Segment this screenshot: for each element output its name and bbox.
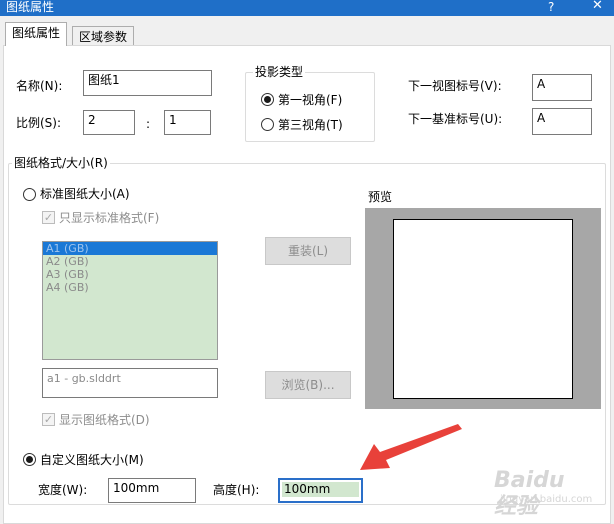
reload-button[interactable]: 重装(L) [265, 237, 351, 265]
tab-sheet-properties[interactable]: 图纸属性 [5, 22, 68, 46]
height-input-value: 100mm [282, 482, 359, 497]
format-file-input[interactable]: a1 - gb.slddrt [42, 368, 218, 398]
list-item[interactable]: A4 (GB) [43, 281, 217, 294]
preview-sheet [393, 219, 573, 399]
red-arrow-icon [360, 424, 462, 470]
list-item[interactable]: A2 (GB) [43, 255, 217, 268]
next-view-label: 下一视图标号(V): [408, 79, 502, 93]
name-input[interactable]: 图纸1 [83, 70, 212, 96]
standard-size-radio[interactable] [23, 188, 36, 201]
height-label: 高度(H): [213, 483, 260, 497]
next-view-input[interactable]: A [532, 74, 592, 101]
tab-zone-parameters[interactable]: 区域参数 [72, 26, 135, 46]
next-datum-input[interactable]: A [532, 108, 592, 135]
scale-numerator-input[interactable]: 2 [83, 110, 135, 135]
third-angle-label[interactable]: 第三视角(T) [278, 117, 343, 133]
projection-title: 投影类型 [253, 64, 306, 80]
custom-size-label[interactable]: 自定义图纸大小(M) [40, 452, 144, 468]
standard-size-label[interactable]: 标准图纸大小(A) [40, 186, 130, 202]
show-format-checkbox[interactable]: ✓ [42, 413, 55, 426]
scale-denominator-input[interactable]: 1 [164, 110, 211, 135]
height-input[interactable]: 100mm [278, 478, 363, 503]
list-item[interactable]: A1 (GB) [43, 242, 217, 255]
custom-size-radio[interactable] [23, 453, 36, 466]
third-angle-radio[interactable] [261, 118, 274, 131]
first-angle-radio[interactable] [261, 93, 274, 106]
show-format-label: 显示图纸格式(D) [59, 413, 150, 427]
next-datum-label: 下一基准标号(U): [408, 112, 503, 126]
preview-label: 预览 [368, 190, 393, 204]
help-button[interactable]: ? [548, 0, 554, 14]
browse-button[interactable]: 浏览(B)... [265, 371, 351, 399]
scale-label: 比例(S): [16, 116, 62, 130]
only-standard-label: 只显示标准格式(F) [59, 211, 160, 225]
width-label: 宽度(W): [38, 483, 88, 497]
title-bar: 图纸属性 ? ✕ [0, 0, 614, 16]
window-title: 图纸属性 [6, 0, 55, 14]
first-angle-label[interactable]: 第一视角(F) [278, 92, 342, 108]
sheet-size-list[interactable]: A1 (GB) A2 (GB) A3 (GB) A4 (GB) [42, 241, 218, 360]
format-title: 图纸格式/大小(R) [12, 155, 110, 171]
close-button[interactable]: ✕ [592, 0, 603, 13]
scale-separator: : [146, 117, 151, 131]
list-item[interactable]: A3 (GB) [43, 268, 217, 281]
name-label: 名称(N): [16, 79, 63, 93]
only-standard-checkbox[interactable]: ✓ [42, 211, 55, 224]
width-input[interactable]: 100mm [108, 478, 196, 503]
